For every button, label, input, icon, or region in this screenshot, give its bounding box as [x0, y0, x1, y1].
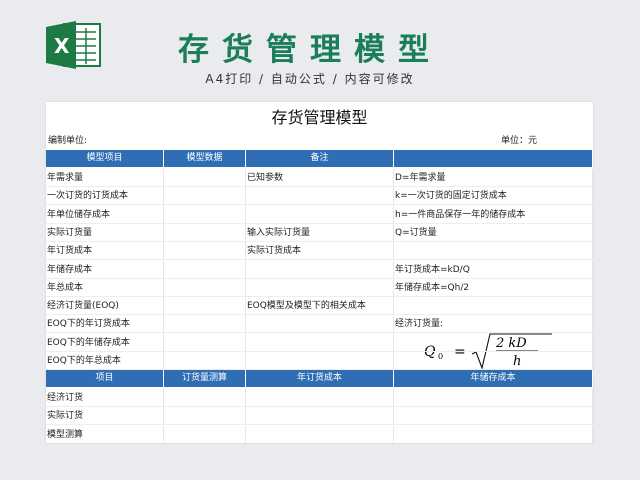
- table-header-cell: 年储存成本: [394, 370, 593, 387]
- table-cell[interactable]: EOQ下的年订货成本: [46, 315, 164, 334]
- table-cell[interactable]: [246, 333, 394, 352]
- table-cell[interactable]: [394, 333, 593, 352]
- page-subtitle: A4打印 / 自动公式 / 内容可修改: [205, 72, 415, 86]
- table-cell[interactable]: EOQ下的年总成本: [46, 352, 164, 370]
- table-cell[interactable]: h=一件商品保存一年的储存成本: [394, 205, 593, 224]
- table-cell[interactable]: [246, 425, 394, 443]
- table-cell[interactable]: [164, 315, 246, 334]
- table-cell[interactable]: [394, 425, 593, 443]
- table-cell[interactable]: 实际订货: [46, 407, 164, 426]
- table-cell[interactable]: [164, 297, 246, 316]
- table-cell[interactable]: Q=订货量: [394, 223, 593, 242]
- table-cell[interactable]: [164, 260, 246, 279]
- table-cell[interactable]: 经济订货量:: [394, 315, 593, 334]
- table-cell[interactable]: EOQ模型及模型下的相关成本: [246, 297, 394, 316]
- table-cell[interactable]: [246, 260, 394, 279]
- table-cell[interactable]: [164, 169, 246, 187]
- table-cell[interactable]: [164, 425, 246, 443]
- table-cell[interactable]: 年总成本: [46, 278, 164, 297]
- table-header-cell: 年订货成本: [246, 370, 394, 387]
- table-cell[interactable]: 已知参数: [246, 169, 394, 187]
- table-cell[interactable]: 经济订货: [46, 389, 164, 407]
- spreadsheet: 存货管理模型 编制单位: 单位：元 Q 0 = 2 kD h 模型项目 模型数据备…: [46, 102, 593, 443]
- table-cell[interactable]: [164, 389, 246, 407]
- table-cell[interactable]: 模型测算: [46, 425, 164, 443]
- unit-label: 编制单位:: [48, 136, 88, 146]
- table-cell[interactable]: [164, 205, 246, 224]
- page-title: 存货管理模型: [178, 32, 442, 68]
- table-cell[interactable]: [164, 407, 246, 426]
- table-cell[interactable]: [164, 242, 246, 261]
- table-cell[interactable]: 实际订货成本: [246, 242, 394, 261]
- table-header-cell: 模型项目: [46, 150, 164, 167]
- table-cell[interactable]: 年订货成本: [46, 242, 164, 261]
- table-header-cell: 模型数据: [164, 150, 246, 167]
- table-cell[interactable]: [246, 407, 394, 426]
- table-cell[interactable]: [394, 352, 593, 370]
- table-cell[interactable]: [246, 389, 394, 407]
- table-cell[interactable]: [394, 242, 593, 261]
- table-cell[interactable]: k=一次订货的固定订货成本: [394, 187, 593, 206]
- table-cell[interactable]: [246, 315, 394, 334]
- table-cell[interactable]: 年订货成本=kD/Q: [394, 260, 593, 279]
- table-cell[interactable]: D=年需求量: [394, 169, 593, 187]
- table-cell[interactable]: [164, 223, 246, 242]
- table-cell[interactable]: [394, 389, 593, 407]
- table-cell[interactable]: [246, 187, 394, 206]
- svg-text:X: X: [54, 34, 70, 58]
- table-cell[interactable]: EOQ下的年储存成本: [46, 333, 164, 352]
- table-cell[interactable]: [394, 407, 593, 426]
- table-cell[interactable]: 经济订货量(EOQ): [46, 297, 164, 316]
- table-header-cell: [394, 150, 593, 167]
- banner: X 存货管理模型 A4打印 / 自动公式 / 内容可修改: [0, 0, 640, 100]
- table-cell[interactable]: 年储存成本: [46, 260, 164, 279]
- currency-label: 单位：元: [501, 136, 538, 146]
- sheet-title: 存货管理模型: [271, 108, 368, 127]
- table-cell[interactable]: [164, 333, 246, 352]
- table-cell[interactable]: [246, 352, 394, 370]
- table-cell[interactable]: [164, 187, 246, 206]
- table-cell[interactable]: [164, 352, 246, 370]
- table-cell[interactable]: 年单位储存成本: [46, 205, 164, 224]
- table-cell[interactable]: 一次订货的订货成本: [46, 187, 164, 206]
- table-cell[interactable]: [164, 278, 246, 297]
- table-cell[interactable]: 实际订货量: [46, 223, 164, 242]
- table-cell[interactable]: 输入实际订货量: [246, 223, 394, 242]
- table-cell[interactable]: [394, 297, 593, 316]
- table-header-cell: 项目: [46, 370, 164, 387]
- table-header-cell: 订货量测算: [164, 370, 246, 387]
- table-cell[interactable]: 年储存成本=Qh/2: [394, 278, 593, 297]
- excel-icon: X: [46, 20, 102, 70]
- table-cell[interactable]: 年需求量: [46, 169, 164, 187]
- table-cell[interactable]: [246, 278, 394, 297]
- table-header-cell: 备注: [246, 150, 394, 167]
- table-cell[interactable]: [246, 205, 394, 224]
